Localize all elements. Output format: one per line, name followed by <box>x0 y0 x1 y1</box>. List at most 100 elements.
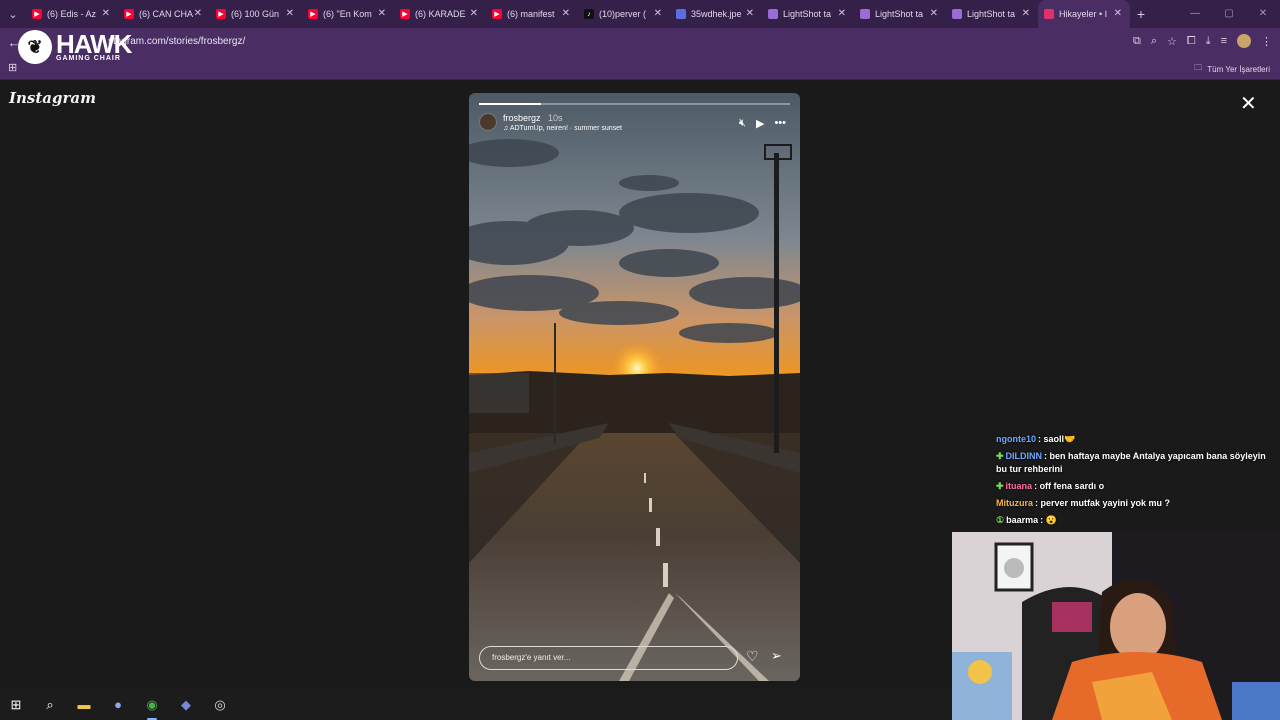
chat-message: ① baarma: 😮 <box>996 515 1057 525</box>
browser-tab[interactable]: ♪ (10)perver (✕ <box>578 0 670 28</box>
browser-tab[interactable]: LightShot ta ✕ <box>946 0 1038 28</box>
bookmark-star-icon[interactable]: ☆ <box>1167 35 1177 48</box>
chat-username[interactable]: DILDINN <box>1006 451 1043 461</box>
chat-badge-icon: ✚ <box>996 451 1004 461</box>
close-tab-icon[interactable]: ✕ <box>654 8 662 19</box>
close-tab-icon[interactable]: ✕ <box>1114 8 1122 19</box>
more-options-icon[interactable]: ••• <box>774 117 786 130</box>
browser-tab[interactable]: ▶ (6) KARADE ✕ <box>394 0 486 28</box>
browser-tab[interactable]: ▶ (6) 100 Gün ✕ <box>210 0 302 28</box>
media-icon[interactable]: ≡ <box>1221 35 1227 47</box>
reply-input[interactable]: frosbergz'e yanıt ver... <box>479 646 738 670</box>
story-image <box>469 93 800 681</box>
like-icon[interactable]: ♡ <box>746 648 759 665</box>
chat-text: 😮 <box>1045 515 1057 525</box>
minimize-icon[interactable]: — <box>1178 0 1212 28</box>
browser-tab[interactable]: ▶ (6) CAN CHA ✕ <box>118 0 210 28</box>
download-icon[interactable]: ⤓ <box>1206 35 1211 48</box>
tab-search-icon[interactable]: ⌄ <box>0 0 26 28</box>
cast-icon[interactable]: ⧉ <box>1133 35 1141 48</box>
close-story-icon[interactable]: ✕ <box>1240 91 1257 116</box>
maximize-icon[interactable]: ▢ <box>1212 0 1246 28</box>
tab-title: (6) CAN CHA <box>139 9 193 19</box>
chat-text: saoll🤝 <box>1043 434 1076 444</box>
webcam-image <box>952 532 1280 720</box>
browser-tab[interactable]: ▶ (6) Edis - Az ✕ <box>26 0 118 28</box>
profile-avatar[interactable] <box>1237 34 1251 48</box>
obs-icon[interactable]: ◎ <box>210 695 230 715</box>
close-tab-icon[interactable]: ✕ <box>930 8 938 19</box>
chat-text: off fena sardı o <box>1039 481 1105 491</box>
chat-username[interactable]: ituana <box>1006 481 1033 491</box>
tab-title: (6) manifest <box>507 9 555 19</box>
tab-title: LightShot ta <box>875 9 924 19</box>
story-music[interactable]: ♫ ADTurnUp, neiren! · summer sunset <box>503 125 622 132</box>
story-progress-fill <box>479 103 542 105</box>
story-username[interactable]: frosbergz <box>503 113 541 123</box>
tab-title: (6) Edis - Az <box>47 9 97 19</box>
story-controls: 🔇︎ ▶ ••• <box>739 117 786 130</box>
chat-username[interactable]: ngonte10 <box>996 434 1036 444</box>
send-icon[interactable]: ➢ <box>771 648 782 664</box>
youtube-icon: ▶ <box>308 9 318 19</box>
close-tab-icon[interactable]: ✕ <box>102 8 110 19</box>
chrome-icon[interactable]: ◉ <box>142 695 162 720</box>
lightshot-icon <box>768 9 778 19</box>
folder-icon: 🗀 <box>1194 63 1203 72</box>
chat-badge-icon: ① <box>996 515 1005 525</box>
instagram-logo[interactable]: Instagram <box>9 89 96 107</box>
story-card[interactable]: frosbergz 10s ♫ ADTurnUp, neiren! · summ… <box>469 93 800 681</box>
toolbar-icons: ⧉ ⌕ ☆ ⧠ ⤓ ≡ ⋮ <box>1133 34 1272 48</box>
apps-icon[interactable]: ⊞ <box>8 61 17 74</box>
mute-icon[interactable]: 🔇︎ <box>739 117 746 130</box>
bookmarks-bar: ⊞ 🗀 Tüm Yer İşaretleri <box>0 56 1280 80</box>
close-tab-icon[interactable]: ✕ <box>838 8 846 19</box>
close-tab-icon[interactable]: ✕ <box>746 8 754 19</box>
browser-tab[interactable]: Hikayeler • I ✕ <box>1038 0 1130 28</box>
chat-text: perver mutfak yayini yok mu ? <box>1040 498 1171 508</box>
extensions-icon[interactable]: ⧠ <box>1187 35 1196 48</box>
tab-title: 35wdhek.jpe <box>691 9 742 19</box>
hawk-brand: HAWK <box>56 28 132 59</box>
tab-title: (6) "En Kom <box>323 9 372 19</box>
tab-title: LightShot ta <box>967 9 1016 19</box>
close-window-icon[interactable]: ✕ <box>1246 0 1280 28</box>
youtube-icon: ▶ <box>400 9 410 19</box>
close-tab-icon[interactable]: ✕ <box>286 8 294 19</box>
play-icon[interactable]: ▶ <box>756 117 764 130</box>
all-bookmarks[interactable]: 🗀 Tüm Yer İşaretleri <box>1194 62 1270 76</box>
browser-tab[interactable]: 35wdhek.jpe ✕ <box>670 0 762 28</box>
menu-icon[interactable]: ⋮ <box>1261 35 1272 48</box>
chat-username[interactable]: Mituzura <box>996 498 1033 508</box>
close-tab-icon[interactable]: ✕ <box>562 8 570 19</box>
close-tab-icon[interactable]: ✕ <box>194 8 202 19</box>
discord-icon[interactable]: ◆ <box>176 695 196 715</box>
close-tab-icon[interactable]: ✕ <box>1022 8 1030 19</box>
story-avatar[interactable] <box>479 113 497 131</box>
browser-tab[interactable]: ▶ (6) "En Kom ✕ <box>302 0 394 28</box>
app-icon[interactable]: ● <box>108 695 128 715</box>
stream-chat: ngonte10: saoll🤝 ✚ DILDINN: ben haftaya ma… <box>996 433 1278 531</box>
search-icon[interactable]: ⌕ <box>40 695 60 715</box>
chat-username[interactable]: baarma <box>1006 515 1038 525</box>
all-bookmarks-label: Tüm Yer İşaretleri <box>1207 64 1270 74</box>
close-tab-icon[interactable]: ✕ <box>470 8 478 19</box>
new-tab-button[interactable]: + <box>1130 6 1152 22</box>
webcam-feed <box>952 532 1280 720</box>
hawk-logo: ❦ HAWK GAMING CHAIR <box>18 28 132 64</box>
youtube-icon: ▶ <box>32 9 42 19</box>
story-header: frosbergz 10s ♫ ADTurnUp, neiren! · summ… <box>479 113 622 132</box>
taskbar: ⊞ ⌕ ▬ ● ◉ ◆ ◎ <box>0 689 952 720</box>
hawk-subtitle: GAMING CHAIR <box>56 54 121 62</box>
browser-tab[interactable]: LightShot ta ✕ <box>762 0 854 28</box>
browser-tab[interactable]: ▶ (6) manifest ✕ <box>486 0 578 28</box>
browser-tab[interactable]: LightShot ta ✕ <box>854 0 946 28</box>
tiktok-icon: ♪ <box>584 9 594 19</box>
tab-title: Hikayeler • I <box>1059 9 1108 19</box>
story-time: 10s <box>548 113 563 123</box>
file-explorer-icon[interactable]: ▬ <box>74 695 94 715</box>
start-icon[interactable]: ⊞ <box>6 695 26 715</box>
zoom-icon[interactable]: ⌕ <box>1151 35 1157 48</box>
close-tab-icon[interactable]: ✕ <box>378 8 386 19</box>
chat-message: ✚ DILDINN: ben haftaya maybe Antalya yapı… <box>996 451 1266 474</box>
